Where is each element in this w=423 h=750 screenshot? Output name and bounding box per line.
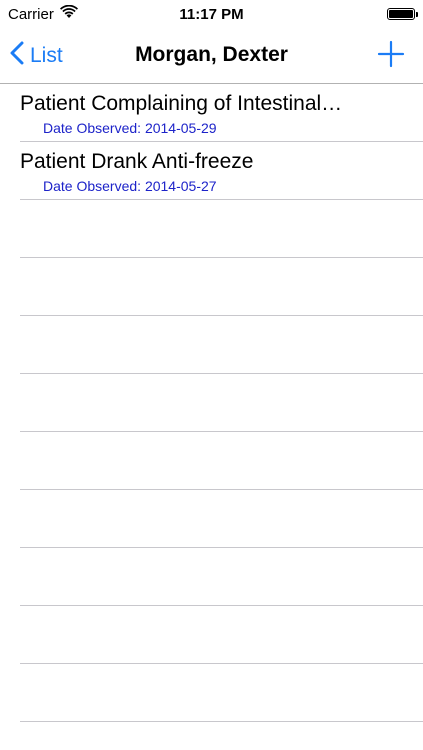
empty-row [0,200,423,258]
back-button-label: List [30,44,63,67]
observation-list: Patient Complaining of Intestinal… Date … [0,84,423,722]
empty-row [0,432,423,490]
empty-row [0,316,423,374]
plus-icon [377,40,405,72]
carrier-label: Carrier [8,5,54,23]
empty-row [0,664,423,722]
list-item[interactable]: Patient Complaining of Intestinal… Date … [0,84,423,142]
carrier-signal: Carrier [8,4,78,23]
chevron-left-icon [10,41,24,71]
battery-level [389,10,413,18]
observation-date: Date Observed: 2014-05-27 [43,178,217,194]
battery-icon [387,8,418,20]
list-item[interactable]: Patient Drank Anti-freeze Date Observed:… [0,142,423,200]
empty-row [0,548,423,606]
empty-row [0,490,423,548]
observation-title: Patient Drank Anti-freeze [20,150,254,173]
wifi-icon [59,4,78,23]
empty-row [0,606,423,664]
back-button[interactable]: List [10,41,63,71]
observation-title: Patient Complaining of Intestinal… [20,92,343,115]
navigation-bar: List Morgan, Dexter [0,28,423,84]
add-button[interactable] [377,40,405,68]
empty-row [0,374,423,432]
observation-date: Date Observed: 2014-05-29 [43,120,217,136]
page-title: Morgan, Dexter [135,43,288,66]
empty-row [0,258,423,316]
status-bar: Carrier 11:17 PM [0,0,423,28]
